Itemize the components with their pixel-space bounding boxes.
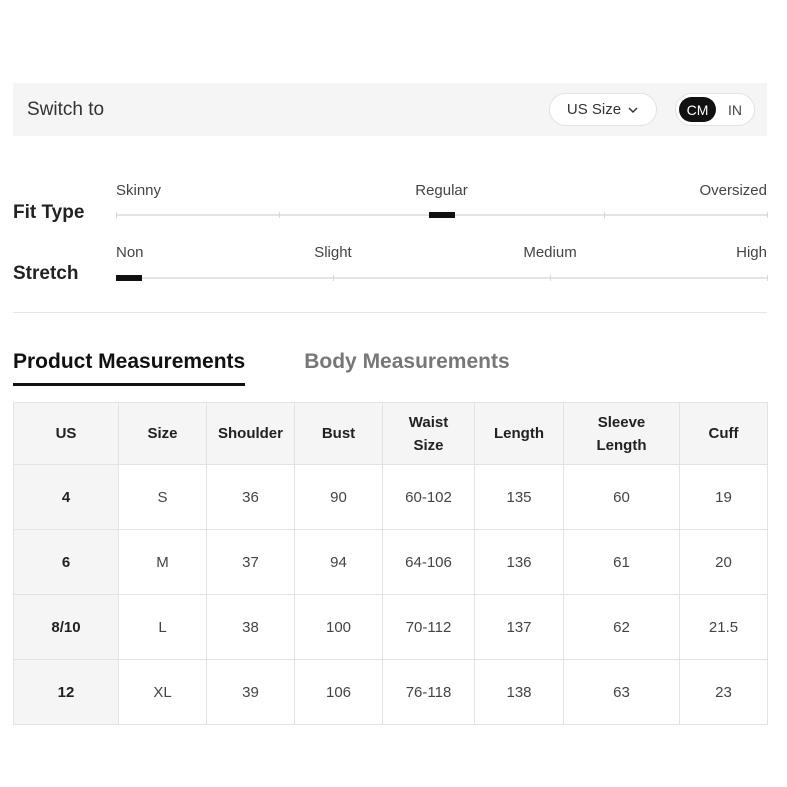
size-system-value: US Size — [566, 101, 622, 118]
table-cell: 23 — [679, 659, 768, 725]
header-text: US — [55, 425, 77, 442]
fit-label-skinny: Skinny — [116, 182, 162, 199]
measurement-tabs: Product Measurements Body Measurements — [13, 350, 510, 386]
table-row: 6 M 37 94 64-106 136 61 20 — [13, 529, 768, 595]
table-cell: 21.5 — [679, 594, 768, 660]
stretch-labels: Non Slight Medium High — [116, 244, 767, 264]
table-cell: 100 — [294, 594, 383, 660]
table-cell: 12 — [13, 659, 119, 725]
table-cell: 38 — [206, 594, 295, 660]
table-header-row: US Size Shoulder Bust Waist Size Length S… — [13, 402, 768, 465]
fit-tick — [604, 212, 606, 218]
fit-tick — [767, 212, 768, 218]
tab-product-measurements[interactable]: Product Measurements — [13, 350, 246, 386]
switch-label: Switch to — [27, 98, 105, 120]
header-text: Shoulder — [217, 425, 283, 442]
table-cell: 94 — [294, 529, 383, 595]
table-cell: 62 — [563, 594, 680, 660]
column-header: Waist Size — [382, 402, 475, 465]
table-cell: 90 — [294, 464, 383, 530]
stretch-tick — [332, 275, 334, 281]
table-cell: 106 — [294, 659, 383, 725]
fit-tick — [116, 212, 117, 218]
table-cell: 37 — [206, 529, 295, 595]
table-cell: 64-106 — [382, 529, 475, 595]
header-text: Length — [494, 425, 544, 442]
table-row: 4 S 36 90 60-102 135 60 19 — [13, 464, 768, 530]
fit-type-scale: Fit Type Skinny Regular Oversized — [13, 182, 768, 232]
table-cell: 8/10 — [13, 594, 119, 660]
stretch-label-high: High — [736, 244, 767, 261]
stretch-label-slight: Slight — [314, 244, 352, 261]
table-cell: 60 — [563, 464, 680, 530]
table-cell: 39 — [206, 659, 295, 725]
column-header: Cuff — [679, 402, 768, 465]
header-text: Size — [147, 425, 178, 442]
column-header: Length — [474, 402, 564, 465]
fit-type-track — [116, 212, 768, 218]
table-cell: 76-118 — [382, 659, 475, 725]
column-header: Bust — [294, 402, 383, 465]
fit-tick — [278, 212, 280, 218]
fit-label-oversized: Oversized — [699, 182, 767, 199]
column-header: Sleeve Length — [563, 402, 680, 465]
fit-label-regular: Regular — [415, 182, 468, 199]
table-cell: XL — [118, 659, 207, 725]
size-system-dropdown[interactable]: US Size — [549, 93, 657, 126]
stretch-label-medium: Medium — [523, 244, 577, 261]
table-cell: 36 — [206, 464, 295, 530]
table-cell: L — [118, 594, 207, 660]
table-cell: 20 — [679, 529, 768, 595]
tab-body-measurements[interactable]: Body Measurements — [304, 350, 509, 384]
table-cell: 19 — [679, 464, 768, 530]
stretch-title: Stretch — [13, 263, 79, 284]
table-cell: S — [118, 464, 207, 530]
unit-cm-option[interactable]: CM — [679, 97, 716, 122]
table-cell: M — [118, 529, 207, 595]
stretch-tick — [767, 275, 768, 281]
table-body: 4 S 36 90 60-102 135 60 19 6 M 37 94 64-106 136 61 20 8/… — [13, 464, 768, 725]
switch-controls: US Size CM IN — [549, 93, 755, 126]
header-text: Length — [596, 436, 647, 454]
header-text: Sleeve — [597, 413, 646, 431]
table-cell: 60-102 — [382, 464, 475, 530]
table-cell: 70-112 — [382, 594, 475, 660]
header-text: Waist — [408, 413, 449, 431]
stretch-track — [116, 275, 768, 281]
unit-toggle[interactable]: CM IN — [675, 93, 755, 126]
section-divider — [13, 312, 767, 313]
table-cell: 137 — [474, 594, 564, 660]
table-cell: 138 — [474, 659, 564, 725]
column-header: Shoulder — [206, 402, 295, 465]
fit-type-labels: Skinny Regular Oversized — [116, 182, 767, 202]
table-cell: 135 — [474, 464, 564, 530]
unit-switch-bar: Switch to US Size CM IN — [13, 83, 767, 136]
measurement-table: US Size Shoulder Bust Waist Size Length S… — [13, 402, 768, 725]
column-header: US — [13, 402, 119, 465]
stretch-label-non: Non — [116, 244, 144, 261]
fit-type-marker — [428, 212, 455, 218]
header-text: Bust — [321, 425, 356, 442]
header-text: Cuff — [708, 425, 739, 442]
fit-type-title: Fit Type — [13, 202, 85, 223]
table-cell: 63 — [563, 659, 680, 725]
table-row: 8/10 L 38 100 70-112 137 62 21.5 — [13, 594, 768, 660]
chevron-down-icon — [627, 104, 639, 116]
table-cell: 61 — [563, 529, 680, 595]
table-cell: 6 — [13, 529, 119, 595]
column-header: Size — [118, 402, 207, 465]
stretch-tick — [550, 275, 552, 281]
table-row: 12 XL 39 106 76-118 138 63 23 — [13, 659, 768, 725]
stretch-scale: Stretch Non Slight Medium High — [13, 244, 768, 294]
table-cell: 136 — [474, 529, 564, 595]
header-text: Size — [413, 436, 444, 454]
table-cell: 4 — [13, 464, 119, 530]
unit-in-option[interactable]: IN — [720, 97, 750, 122]
stretch-marker — [116, 275, 142, 281]
